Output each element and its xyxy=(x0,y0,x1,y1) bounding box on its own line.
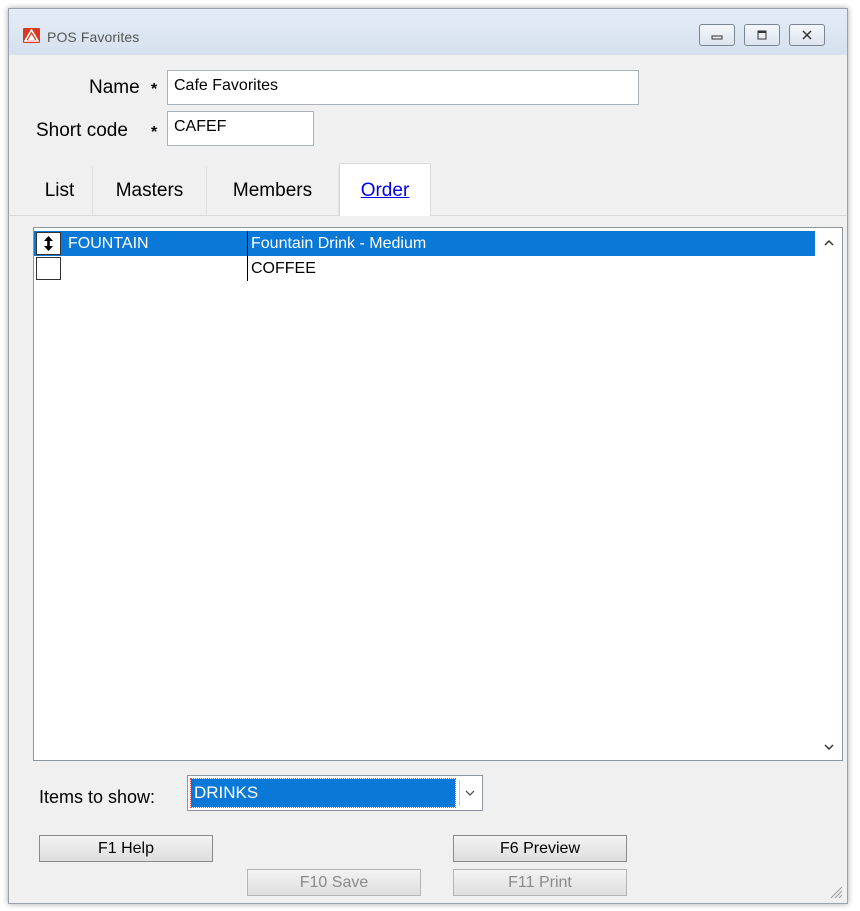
tab-members-label: Members xyxy=(232,180,313,201)
minimize-icon xyxy=(711,35,723,40)
item-description: Fountain Drink - Medium xyxy=(247,231,426,256)
up-down-arrow-icon xyxy=(44,236,53,251)
table-row[interactable]: COFFEE xyxy=(34,256,815,281)
tab-order-label: Order xyxy=(360,180,410,201)
name-field[interactable]: Cafe Favorites xyxy=(167,70,639,105)
items-to-show-select[interactable]: DRINKS xyxy=(187,775,483,811)
item-description: COFFEE xyxy=(247,256,316,281)
chevron-down-icon xyxy=(465,790,475,796)
title-bar[interactable]: POS Favorites xyxy=(9,9,847,55)
print-button[interactable]: F11 Print xyxy=(453,869,627,896)
scroll-up-icon[interactable] xyxy=(822,236,836,250)
scroll-down-icon[interactable] xyxy=(822,740,836,754)
shortcode-field[interactable]: CAFEF xyxy=(167,111,314,146)
tab-strip: List Masters Members Order xyxy=(9,163,847,216)
save-button[interactable]: F10 Save xyxy=(247,869,421,896)
close-button[interactable] xyxy=(789,24,825,46)
maximize-button[interactable] xyxy=(744,24,780,46)
row-drag-handle[interactable] xyxy=(36,232,61,255)
tab-list-label: List xyxy=(44,180,75,201)
item-code: FOUNTAIN xyxy=(68,235,149,252)
tab-masters[interactable]: Masters xyxy=(93,167,207,215)
tab-masters-label: Masters xyxy=(115,180,184,201)
minimize-button[interactable] xyxy=(699,24,735,46)
close-icon xyxy=(802,30,812,40)
tab-list[interactable]: List xyxy=(27,167,93,215)
shortcode-required-mark: * xyxy=(151,124,158,141)
dropdown-button[interactable] xyxy=(459,780,480,806)
row-drag-handle[interactable] xyxy=(36,257,61,280)
pos-favorites-window: POS Favorites Name * Cafe Favorites Shor… xyxy=(8,8,848,904)
shortcode-label: Short code xyxy=(36,120,128,141)
window-title: POS Favorites xyxy=(47,29,140,45)
items-to-show-label: Items to show: xyxy=(39,787,156,807)
name-required-mark: * xyxy=(151,81,158,98)
resize-grip-icon[interactable] xyxy=(827,883,843,899)
order-grid[interactable]: FOUNTAIN Fountain Drink - Medium COFFEE xyxy=(33,227,843,761)
tab-order[interactable]: Order xyxy=(339,163,431,216)
items-to-show-value: DRINKS xyxy=(190,778,456,808)
table-row[interactable]: FOUNTAIN Fountain Drink - Medium xyxy=(34,231,815,256)
maximize-icon xyxy=(757,30,767,40)
name-label: Name xyxy=(89,77,140,98)
tab-members[interactable]: Members xyxy=(207,167,339,215)
preview-button[interactable]: F6 Preview xyxy=(453,835,627,862)
help-button[interactable]: F1 Help xyxy=(39,835,213,862)
app-logo-icon xyxy=(23,28,40,43)
